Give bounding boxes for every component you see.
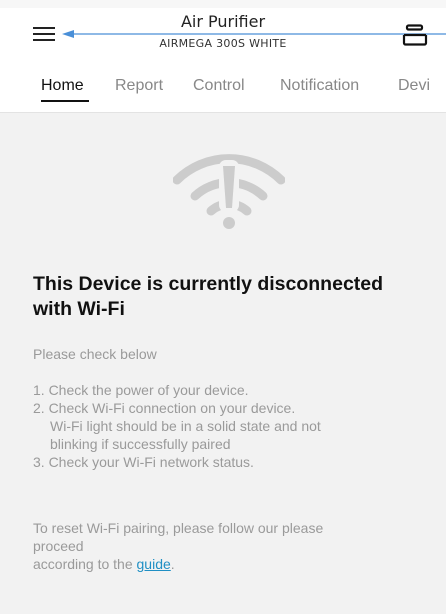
troubleshooting-steps: 1. Check the power of your device. 2. Ch… [33, 381, 413, 471]
hamburger-menu-icon[interactable] [33, 25, 57, 43]
reset-line-3: according to the guide. [33, 555, 413, 573]
page-title: Air Purifier [174, 12, 272, 31]
device-stack-icon[interactable] [402, 24, 428, 46]
step-2: 2. Check Wi-Fi connection on your device… [33, 400, 296, 416]
tab-device[interactable]: Devi [398, 77, 430, 95]
wifi-warning-icon [173, 154, 285, 229]
step-3: 3. Check your Wi-Fi network status. [33, 454, 254, 470]
reset-line-1: To reset Wi-Fi pairing, please follow ou… [33, 520, 324, 536]
device-model-subtitle: AIRMEGA 300S WHITE [159, 37, 287, 50]
tab-report[interactable]: Report [115, 77, 163, 95]
reset-instructions: To reset Wi-Fi pairing, please follow ou… [33, 519, 413, 573]
disconnected-heading: This Device is currently disconnected wi… [33, 273, 384, 320]
step-1: 1. Check the power of your device. [33, 382, 249, 398]
app-header: Air Purifier AIRMEGA 300S WHITE [0, 0, 446, 62]
step-2-detail-1: Wi-Fi light should be in a solid state a… [50, 418, 321, 434]
active-tab-indicator [41, 100, 89, 102]
check-below-label: Please check below [33, 346, 157, 362]
tab-notification[interactable]: Notification [280, 77, 359, 95]
reset-line-3-suffix: . [170, 556, 175, 572]
reset-line-2: proceed [33, 538, 84, 554]
arrow-annotation [62, 30, 446, 38]
tab-control[interactable]: Control [193, 77, 245, 95]
tab-home[interactable]: Home [41, 77, 84, 95]
guide-link[interactable]: guide [137, 556, 171, 572]
status-bar [0, 0, 446, 8]
reset-line-3-prefix: according to the [33, 556, 137, 572]
step-2-detail-2: blinking if successfully paired [50, 436, 231, 452]
tab-bar: Home Report Control Notification Devi [0, 62, 446, 113]
